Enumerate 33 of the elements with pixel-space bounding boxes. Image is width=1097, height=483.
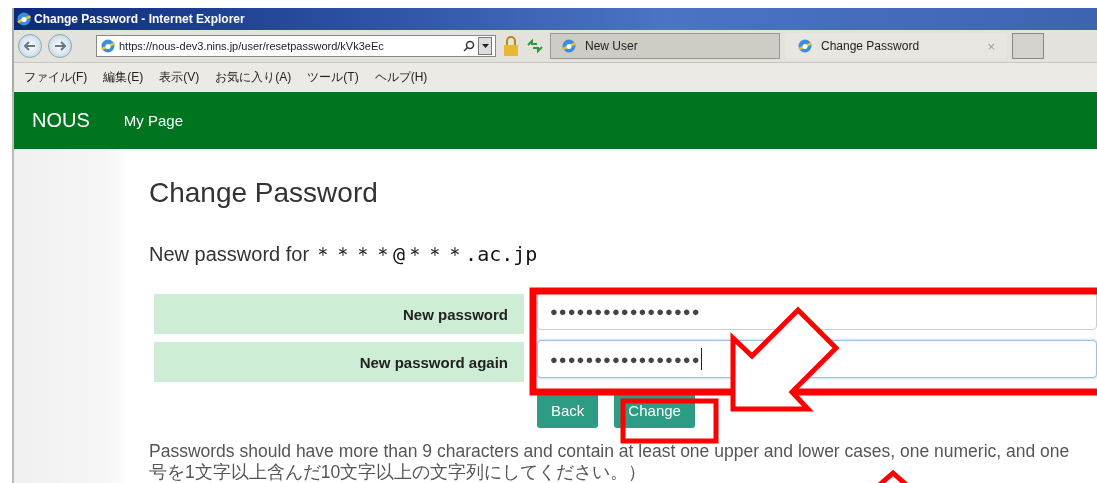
search-icon[interactable] <box>463 40 475 52</box>
browser-tab[interactable]: New User <box>550 33 780 59</box>
field-label: New password <box>154 294 524 334</box>
lock-icon[interactable] <box>502 35 520 57</box>
dropdown-button[interactable] <box>478 37 492 55</box>
caret-icon <box>481 44 489 48</box>
brand-logo[interactable]: NOUS <box>32 109 90 132</box>
menu-item[interactable]: 表示(V) <box>159 69 200 86</box>
browser-icon <box>100 38 116 54</box>
refresh-icon[interactable] <box>526 37 544 55</box>
menu-item[interactable]: ヘルプ(H) <box>374 69 428 86</box>
help-text: Passwords should have more than 9 characters and contain at least one upper and lower cases, one numeric, and one <box>149 441 1070 462</box>
menu-item[interactable]: ファイル(F) <box>24 69 88 86</box>
nav-link[interactable]: My Page <box>123 112 183 129</box>
browser-icon <box>16 11 32 27</box>
left-arrow-icon <box>24 41 36 51</box>
address-bar[interactable]: https://nous-dev3.nins.jp/user/resetpassword/kVk3eEc <box>96 35 496 57</box>
right-arrow-icon <box>54 41 66 51</box>
window-title: Change Password - Internet Explorer <box>34 12 245 26</box>
new-tab-button[interactable] <box>1012 33 1044 59</box>
forward-button[interactable] <box>48 34 72 58</box>
subtitle-label: New password for <box>149 243 310 266</box>
email-text: ＊＊＊＊@＊＊＊.ac.jp <box>313 241 538 268</box>
menu-item[interactable]: 編集(E) <box>103 69 144 86</box>
back-button[interactable] <box>18 34 42 58</box>
browser-icon <box>797 38 813 54</box>
browser-icon <box>561 38 577 54</box>
help-text: 号を1文字以上含んだ10文字以上の文字列にしてください。） <box>149 462 647 483</box>
menu-item[interactable]: お気に入り(A) <box>215 69 292 86</box>
field-label: New password again <box>154 342 524 382</box>
menu-item[interactable]: ツール(T) <box>307 69 359 86</box>
page-heading: Change Password <box>149 177 378 208</box>
browser-tab[interactable]: Change Password × <box>786 33 1006 59</box>
